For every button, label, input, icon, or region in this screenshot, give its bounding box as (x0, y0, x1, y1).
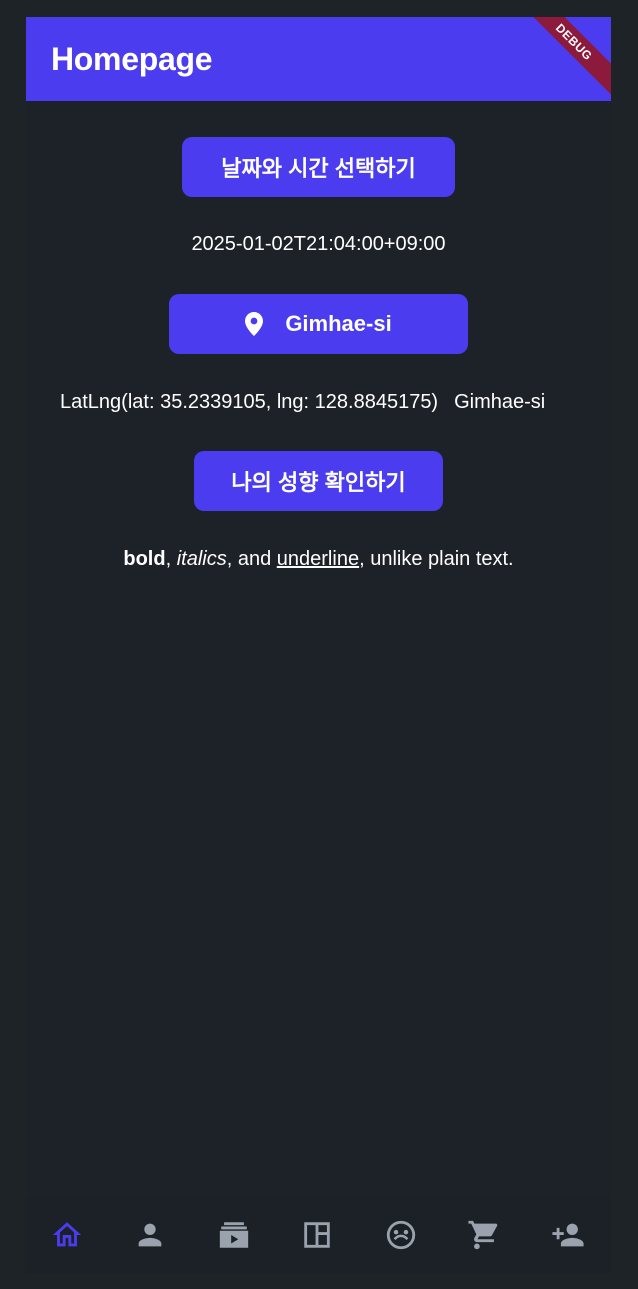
rich-text-sep: , (165, 548, 177, 570)
location-pin-icon (245, 312, 264, 336)
video-library-icon (219, 1222, 249, 1248)
location-button-label: Gimhae-si (285, 311, 392, 336)
person-icon (138, 1223, 162, 1247)
page-title: Homepage (51, 41, 213, 77)
nav-home[interactable] (47, 1215, 87, 1255)
rich-text-sep: , and (226, 548, 277, 570)
shopping-cart-icon (468, 1220, 498, 1250)
city-name-text: Gimhae-si (454, 391, 546, 413)
location-info-row: LatLng(lat: 35.2339105, lng: 128.8845175… (60, 391, 545, 414)
nav-cart[interactable] (464, 1215, 504, 1255)
nav-dashboard[interactable] (297, 1215, 337, 1255)
nav-profile[interactable] (130, 1215, 170, 1255)
rich-text-sample: bold, italics, and underline, unlike pla… (26, 548, 611, 571)
app-bar: Homepage DEBUG (26, 17, 611, 101)
app-frame (26, 17, 611, 1272)
person-add-icon (552, 1223, 584, 1247)
location-button[interactable]: Gimhae-si (169, 294, 468, 354)
nav-videos[interactable] (214, 1215, 254, 1255)
home-icon (52, 1222, 82, 1247)
debug-banner: DEBUG (513, 17, 611, 101)
rich-text-italic: italics (176, 548, 227, 570)
bottom-navigation-bar (26, 1197, 611, 1273)
nav-mood[interactable] (381, 1215, 421, 1255)
check-personality-label: 나의 성향 확인하기 (231, 470, 406, 495)
dashboard-icon (304, 1222, 330, 1248)
rich-text-underline: underline (276, 548, 360, 570)
selected-datetime-text: 2025-01-02T21:04:00+09:00 (191, 233, 446, 255)
nav-add-friend[interactable] (548, 1215, 588, 1255)
select-datetime-label: 날짜와 시간 선택하기 (221, 156, 416, 181)
rich-text-plain: , unlike plain text. (359, 548, 514, 570)
check-personality-button[interactable]: 나의 성향 확인하기 (194, 451, 443, 511)
select-datetime-button[interactable]: 날짜와 시간 선택하기 (182, 137, 455, 197)
latlng-text: LatLng(lat: 35.2339105, lng: 128.8845175… (60, 391, 439, 413)
rich-text-bold: bold (123, 548, 166, 570)
face-emoji-icon (386, 1220, 416, 1250)
